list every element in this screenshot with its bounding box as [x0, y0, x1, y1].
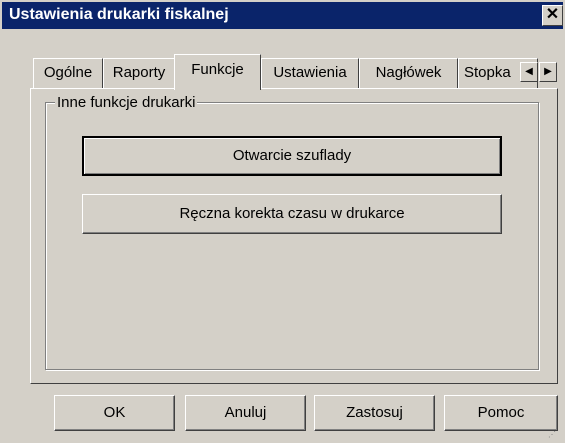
open-drawer-button[interactable]: Otwarcie szuflady [82, 136, 502, 176]
close-button[interactable]: ✕ [542, 5, 563, 26]
tab-funkcje[interactable]: Funkcje [174, 54, 261, 90]
button-label: Pomoc [477, 404, 525, 421]
title-bar[interactable]: Ustawienia drukarki fiskalnej ✕ [2, 2, 563, 29]
ok-button[interactable]: OK [54, 395, 175, 431]
group-label: Inne funkcje drukarki [55, 94, 198, 111]
printer-functions-group: Inne funkcje drukarki Otwarcie szuflady … [45, 94, 539, 370]
tab-scroll-left-button[interactable]: ◀ [520, 62, 538, 82]
apply-button[interactable]: Zastosuj [314, 395, 435, 431]
close-icon: ✕ [545, 6, 560, 23]
tab-ustawienia[interactable]: Ustawienia [261, 58, 359, 88]
arrow-left-icon: ◀ [525, 66, 533, 77]
button-label: Otwarcie szuflady [232, 147, 352, 164]
cancel-button[interactable]: Anuluj [185, 395, 306, 431]
help-button[interactable]: Pomoc [444, 395, 558, 431]
fiscal-printer-settings-dialog: Ustawienia drukarki fiskalnej ✕ Ogólne R… [0, 0, 565, 443]
manual-time-correction-button[interactable]: Ręczna korekta czasu w drukarce [82, 194, 502, 234]
tab-raporty[interactable]: Raporty [103, 58, 175, 88]
tab-label: Stopka [464, 64, 511, 81]
tab-label: Nagłówek [375, 64, 442, 81]
tab-label: Raporty [112, 64, 166, 81]
tab-panel-funkcje: Inne funkcje drukarki Otwarcie szuflady … [30, 88, 558, 384]
arrow-right-icon: ▶ [544, 66, 552, 77]
tab-ogolne[interactable]: Ogólne [33, 58, 103, 88]
button-label: Zastosuj [346, 404, 403, 421]
window-title: Ustawienia drukarki fiskalnej [9, 6, 229, 23]
tab-naglowek[interactable]: Nagłówek [359, 58, 458, 88]
button-label: OK [103, 404, 126, 421]
tab-label: Ogólne [43, 64, 93, 81]
button-label: Anuluj [224, 404, 267, 421]
resize-grip-icon[interactable]: ⋰ [548, 430, 562, 442]
tab-scroll-right-button[interactable]: ▶ [539, 62, 557, 82]
tab-label: Ustawienia [273, 64, 347, 81]
button-label: Ręczna korekta czasu w drukarce [179, 205, 405, 222]
tab-label: Funkcje [191, 61, 244, 78]
